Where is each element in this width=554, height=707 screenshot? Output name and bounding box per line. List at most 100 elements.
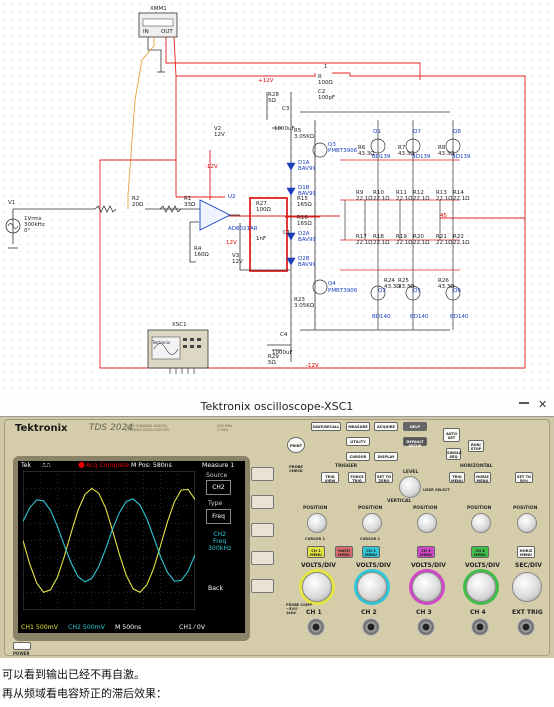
cursor-button[interactable]: CURSOR <box>346 452 370 461</box>
ch3-menu-button[interactable]: CH 3 MENU <box>417 546 435 558</box>
r12-label: R12 22.1Ω <box>413 190 430 202</box>
waveform-plot <box>23 471 195 610</box>
ch4-position-knob[interactable] <box>471 513 491 533</box>
trig-view-button[interactable]: TRIG VIEW <box>321 472 339 483</box>
d1a-label: D1A BAV99 <box>298 160 316 172</box>
ch1-menu-button[interactable]: CH 1 MENU <box>307 546 325 558</box>
measure-button[interactable]: MEASURE <box>346 422 370 431</box>
schematic-canvas: XMM1 IN OUT V1 1Vrms 300kHz 0° R2 20Ω R1… <box>0 0 554 390</box>
sec-div-knob[interactable] <box>512 572 542 602</box>
utility-button[interactable]: UTILITY <box>346 437 370 446</box>
single-seq-button[interactable]: SINGLE SEQ <box>446 448 462 460</box>
menu-source-value[interactable]: CH2 <box>206 480 231 495</box>
opamp-model-label: AD8021AR <box>228 226 258 232</box>
ch4-volts-div-knob[interactable] <box>466 572 496 602</box>
r13-label: R13 22.1Ω <box>436 190 453 202</box>
help-button[interactable]: HELP <box>403 422 427 431</box>
status-tek: Tek <box>21 462 32 469</box>
d2a-label: D2A BAV99 <box>298 231 316 243</box>
trig-menu-button[interactable]: TRIG MENU <box>449 472 465 483</box>
side-button-1[interactable] <box>251 467 274 481</box>
v3-label: V3 12V <box>232 253 243 265</box>
ch4-position-label: POSITION <box>467 506 492 511</box>
ch2-volts-div-knob[interactable] <box>357 572 387 602</box>
close-button[interactable]: ✕ <box>538 398 547 411</box>
window-title: Tektronix oscilloscope-XSC1 <box>200 400 354 413</box>
horiz-menu-button[interactable]: HORIZ MENU <box>474 472 491 483</box>
math-menu-button[interactable]: MATH MENU <box>335 546 353 558</box>
ch2-input-label: CH 2 <box>361 609 377 616</box>
ch2-position-label: POSITION <box>358 506 383 511</box>
brand-logo: Tektronix <box>15 423 68 434</box>
menu-type-value[interactable]: Freq <box>206 509 231 524</box>
ch4-bnc-connector[interactable] <box>471 618 489 636</box>
default-setup-button[interactable]: DEFAULT SETUP <box>403 437 427 448</box>
set-to-50-button[interactable]: SET TO 50% <box>515 472 533 483</box>
horiz-position-knob[interactable] <box>517 513 537 533</box>
ch3-bnc-connector[interactable] <box>417 618 435 636</box>
display-button[interactable]: DISPLAY <box>374 452 398 461</box>
r16-label: R16 165Ω <box>297 215 312 227</box>
ch3-volts-div-knob[interactable] <box>412 572 442 602</box>
ch2-bnc-connector[interactable] <box>362 618 380 636</box>
auto-set-button[interactable]: AUTO SET <box>443 428 460 442</box>
v1-label: V1 <box>8 200 16 206</box>
xmm1-in-label: IN <box>143 29 149 35</box>
caption-line-2: 再从频域看电容矫正的滞后效果： <box>2 687 167 700</box>
menu-back-label[interactable]: Back <box>208 585 223 592</box>
set-to-zero-button[interactable]: SET TO ZERO <box>375 472 393 483</box>
power-button[interactable] <box>13 642 31 650</box>
c3-label: C3 <box>282 106 290 112</box>
xmm1-out-label: OUT <box>161 29 173 35</box>
side-button-4[interactable] <box>251 551 274 565</box>
print-button[interactable]: PRINT <box>287 437 305 453</box>
r8-label: R8 43.3Ω <box>438 145 455 157</box>
c4-label: C4 <box>280 332 288 338</box>
ch3-position-knob[interactable] <box>417 513 437 533</box>
window-titlebar[interactable]: Tektronix oscilloscope-XSC1 ✕ <box>0 396 554 417</box>
save-recall-button[interactable]: SAVE/RECALL <box>311 422 341 431</box>
ch4-volts-div-label: VOLTS/DIV <box>465 562 500 569</box>
side-button-5[interactable] <box>251 579 274 593</box>
trigger-pulse-icon: ⎍⎍ <box>42 462 51 469</box>
ch2-position-knob[interactable] <box>362 513 382 533</box>
ch1-volts-div-knob[interactable] <box>302 572 332 602</box>
caption-line-1: 可以看到输出已经不再自激。 <box>2 668 145 681</box>
minimize-button[interactable] <box>519 402 529 404</box>
u2-label: U2 <box>228 194 236 200</box>
r6-label: R6 43.3Ω <box>358 145 375 157</box>
acquire-button[interactable]: ACQUIRE <box>374 422 398 431</box>
c1-label: C1 <box>283 230 291 236</box>
r11-label: R11 22.1Ω <box>396 190 413 202</box>
run-stop-button[interactable]: RUN/ STOP <box>468 440 484 452</box>
ch1-bnc-connector[interactable] <box>307 618 325 636</box>
r16b-label: R17 22.1Ω <box>356 234 373 246</box>
c1-value-label: 1nF <box>256 236 267 242</box>
ch2-menu-button[interactable]: CH 2 MENU <box>362 546 380 558</box>
r-top-label: R 100Ω <box>318 74 333 86</box>
horiz-menu-button-2[interactable]: HORIZ MENU <box>517 546 535 558</box>
model-sub-label: FOUR CHANNEL DIGITAL STORAGE OSCILLOSCOP… <box>125 424 170 432</box>
probe-check-button[interactable]: PROBE CHECK <box>286 463 306 475</box>
ext-trig-bnc-connector[interactable] <box>517 618 535 636</box>
xsc1-label: XSC1 <box>172 322 187 328</box>
cursor2-label: CURSOR 2 <box>360 537 380 541</box>
side-button-2[interactable] <box>251 495 274 509</box>
force-trig-button[interactable]: FORCE TRIG <box>348 472 366 483</box>
side-button-3[interactable] <box>251 523 274 537</box>
bottom-ch1-scale: CH1 500mV <box>21 624 58 631</box>
xsc1-brand-label: Tektronix <box>152 340 171 345</box>
r25-label: R25 43.3Ω <box>398 278 415 290</box>
menu-type-label: Type <box>208 500 223 507</box>
schematic-wires <box>5 12 526 374</box>
probe-comp-label: PROBE COMP ~5V@ 1kHz <box>286 603 313 615</box>
status-mpos: M Pos: 580ns <box>131 462 172 469</box>
ch1-position-knob[interactable] <box>307 513 327 533</box>
r28-label: R28 5Ω <box>268 92 279 104</box>
trigger-level-knob[interactable] <box>399 476 421 498</box>
user-select-label: USER SELECT <box>423 488 450 492</box>
xmm1-label: XMM1 <box>150 6 167 12</box>
r19-label: R20 22.1Ω <box>413 234 430 246</box>
acq-dot-icon: ● <box>78 460 85 469</box>
ch4-menu-button[interactable]: CH 4 MENU <box>471 546 489 558</box>
